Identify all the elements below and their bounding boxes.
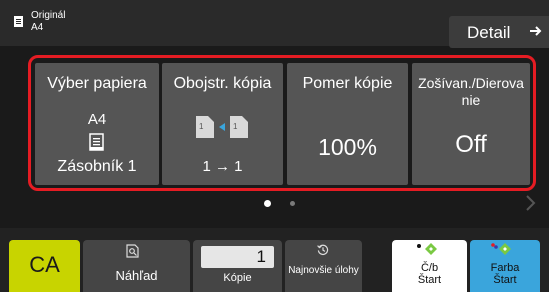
paper-tray-value: Zásobník 1 (57, 158, 137, 175)
copy-ratio-button[interactable]: Pomer kópie 100% (287, 63, 408, 185)
staple-punch-value: Off (455, 131, 487, 158)
recent-jobs-button[interactable]: Najnovšie úlohy (285, 240, 362, 292)
copy-ratio-title: Pomer kópie (302, 75, 393, 92)
preview-label: Náhľad (115, 268, 158, 283)
copies-button[interactable]: 1 Kópie (193, 240, 282, 292)
recent-jobs-label: Najnovšie úlohy (288, 265, 359, 276)
page-indicator-active (264, 200, 271, 207)
color-start-button[interactable]: Farba Štart (470, 240, 540, 292)
copies-count-value: 1 (256, 247, 266, 266)
chevron-right-icon[interactable] (524, 194, 536, 212)
original-label: Originál (31, 10, 66, 21)
arrow-right-icon (530, 26, 542, 36)
paper-select-button[interactable]: Výber papiera A4 Zásobník 1 (35, 63, 159, 185)
duplex-copy-button[interactable]: Obojstr. kópia 1 1 1 → 1 (162, 63, 283, 185)
bw-start-button[interactable]: Č/b Štart (392, 240, 467, 292)
paper-tray-icon (89, 133, 104, 151)
duplex-icon: 1 1 (196, 116, 248, 138)
page-indicator[interactable] (290, 201, 295, 206)
document-icon (14, 16, 23, 27)
bw-start-icon (417, 243, 437, 255)
paper-size-value: A4 (87, 111, 107, 128)
duplex-copy-title: Obojstr. kópia (173, 75, 272, 92)
clear-all-label: CA (29, 252, 60, 277)
bw-start-label-line1: Č/b (420, 262, 439, 274)
copies-label: Kópie (223, 272, 252, 284)
history-icon (317, 244, 329, 256)
copies-count-field[interactable]: 1 (201, 246, 274, 268)
staple-punch-title: Zošívan./Dierova nie (418, 75, 524, 108)
detail-label: Detail (467, 23, 511, 42)
duplex-mode-value: 1 → 1 (202, 158, 243, 175)
detail-button[interactable]: Detail (449, 16, 549, 48)
preview-icon (126, 244, 139, 258)
copy-screen: Originál A4 Detail Výber papiera A4 Záso… (0, 0, 549, 292)
paper-select-title: Výber papiera (47, 75, 147, 92)
preview-button[interactable]: Náhľad (83, 240, 190, 292)
original-size: A4 (31, 22, 44, 33)
clear-all-button[interactable]: CA (9, 240, 80, 292)
color-start-label-line2: Štart (493, 274, 517, 286)
bw-start-label-line2: Štart (417, 274, 442, 286)
staple-punch-button[interactable]: Zošívan./Dierova nie Off (412, 63, 530, 185)
copy-ratio-value: 100% (318, 134, 377, 160)
color-start-icon (491, 243, 511, 255)
header-bar: Originál A4 Detail (0, 0, 549, 48)
svg-text:1: 1 (233, 122, 238, 131)
svg-text:1: 1 (199, 122, 204, 131)
color-start-label-line1: Farba (490, 262, 520, 274)
